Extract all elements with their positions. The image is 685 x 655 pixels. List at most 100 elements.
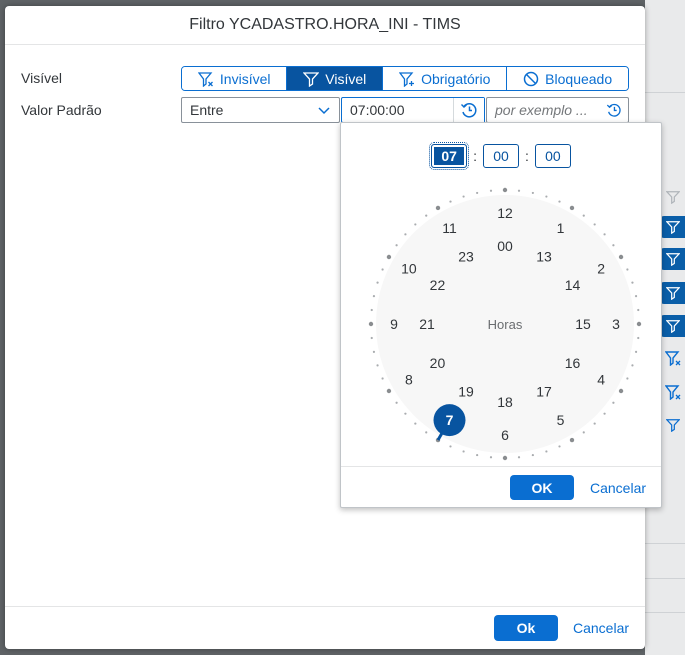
clock-tick [372,350,376,353]
clock-tick [593,422,596,425]
popover-footer: OK Cancelar [341,466,661,507]
hour-2[interactable]: 2 [597,261,605,277]
time-picker-popover: 07 : 00 : 00 12 1 2 3 4 5 6 7 8 9 10 11 00 13 14 15 16 1… [340,122,662,508]
hour-16[interactable]: 16 [565,355,581,371]
clock-tick [612,401,615,404]
background-filter-icon [660,186,685,208]
clock-tick [381,377,384,380]
clock-tick [626,268,629,271]
from-time-value: 07:00:00 [350,102,405,118]
visible-label: Visível [21,70,62,86]
clock-tick [381,268,384,271]
hour-11[interactable]: 11 [442,220,457,236]
filter-add-icon [399,71,415,87]
clock-tick [618,254,624,260]
clock-tick [414,422,417,425]
to-time-placeholder: por exemplo ... [495,102,588,118]
operator-select[interactable]: Entre [181,97,340,123]
hour-4[interactable]: 4 [597,372,605,388]
default-value-label: Valor Padrão [21,102,102,118]
hour-14[interactable]: 14 [565,277,581,293]
clock-tick [489,189,493,192]
dialog-title: Filtro YCADASTRO.HORA_INI - TIMS [189,16,461,33]
clock-tick [636,321,642,327]
blocked-icon [523,71,539,86]
ok-button[interactable]: Ok [494,615,558,641]
clock-tick [531,453,534,457]
time-picker-button[interactable] [453,98,484,122]
minutes-segment[interactable]: 00 [483,144,519,168]
clock-tick [462,450,465,453]
hour-20[interactable]: 20 [430,355,446,371]
hour-3[interactable]: 3 [612,316,620,332]
clock-tick [634,350,638,353]
clock-tick [404,412,407,415]
hour-18[interactable]: 18 [497,394,513,410]
background-filter-icon [660,282,685,304]
clock-tick [634,295,638,298]
clock-tick [476,191,479,195]
picker-cancel-button[interactable]: Cancelar [590,480,646,496]
clock-center-label: Horas [488,317,523,332]
hour-00[interactable]: 00 [497,238,513,254]
invisible-button[interactable]: Invisível [182,67,288,90]
operator-value: Entre [190,102,224,118]
clock-tick [545,450,548,453]
filter-icon [303,71,320,87]
background-filter-icon [660,414,685,436]
clock-tick [631,281,634,284]
clock-tick [569,205,575,211]
blocked-label: Bloqueado [545,70,613,87]
hour-12[interactable]: 12 [497,205,513,221]
hour-9[interactable]: 9 [390,316,398,332]
hour-7[interactable]: 7 [446,412,454,428]
visible-button[interactable]: Visível [287,67,384,90]
hour-21[interactable]: 21 [419,316,435,332]
clock-tick [376,364,379,367]
background-filter-remove-icon [660,381,685,403]
hour-1[interactable]: 1 [557,220,565,236]
mandatory-label: Obrigatório [421,70,491,87]
hour-8[interactable]: 8 [405,372,413,388]
clock-tick [569,437,575,443]
background-divider [645,92,685,93]
clock-tick [462,195,465,198]
clock-tick [435,205,441,211]
clock-tick [558,200,561,203]
hours-segment[interactable]: 07 [429,142,470,170]
hour-6[interactable]: 6 [501,427,509,443]
hour-17[interactable]: 17 [536,384,552,400]
hour-19[interactable]: 19 [458,384,474,400]
background-divider [645,612,685,613]
cancel-button[interactable]: Cancelar [573,620,629,636]
clock-tick [502,455,508,461]
hour-13[interactable]: 13 [536,248,552,264]
to-time-input[interactable]: por exemplo ... [486,97,629,123]
hour-23[interactable]: 23 [458,248,474,264]
clock-tick [558,445,561,448]
clock-tick [386,388,392,394]
blocked-button[interactable]: Bloqueado [507,67,628,90]
hour-5[interactable]: 5 [557,412,565,428]
seconds-segment[interactable]: 00 [534,144,571,168]
background-filter-icon [660,216,685,238]
from-time-input[interactable]: 07:00:00 [341,97,485,123]
clock-tick [449,200,452,203]
mandatory-button[interactable]: Obrigatório [383,67,508,90]
clock-history-icon [461,103,477,118]
clock-tick [404,233,407,236]
clock-tick [603,233,606,236]
hour-10[interactable]: 10 [401,261,417,277]
clock-tick [425,431,428,434]
background-filter-icon [660,248,685,270]
clock-tick [603,412,606,415]
chevron-down-icon [318,107,330,115]
clock-tick [531,191,534,195]
dialog-header: Filtro YCADASTRO.HORA_INI - TIMS [5,6,645,45]
clock-face[interactable]: 121234567891011 001314151617181920212223… [341,181,661,463]
clock-tick [593,223,596,226]
hour-15[interactable]: 15 [575,316,591,332]
picker-ok-button[interactable]: OK [510,475,574,500]
clock-history-icon[interactable] [604,102,624,118]
hour-22[interactable]: 22 [430,277,446,293]
